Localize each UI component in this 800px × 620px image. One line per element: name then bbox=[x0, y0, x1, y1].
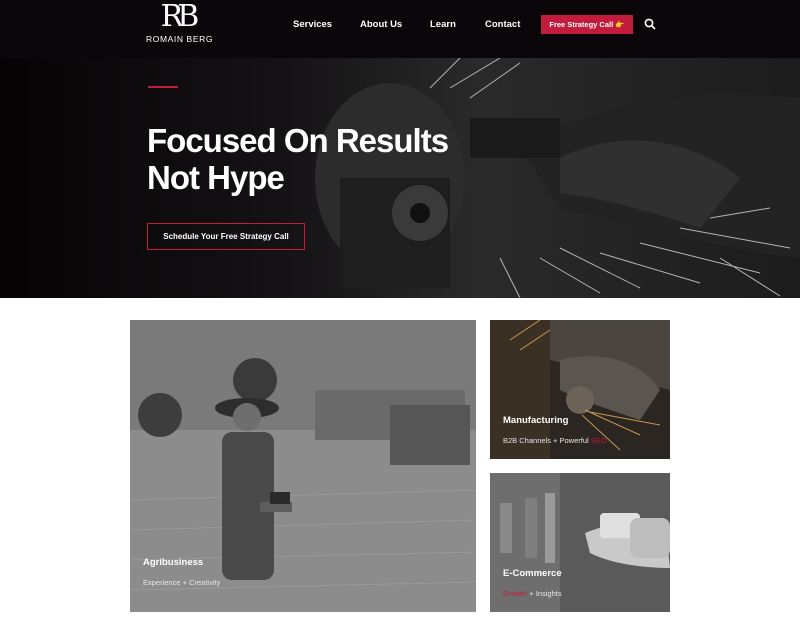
search-icon[interactable] bbox=[644, 18, 656, 30]
hero-title-line-2: Not Hype bbox=[147, 159, 285, 196]
subtitle-text: B2B Channels + Powerful bbox=[503, 436, 591, 445]
nav-learn[interactable]: Learn bbox=[430, 18, 456, 32]
nav-services[interactable]: Services bbox=[293, 18, 332, 32]
nav-about-us[interactable]: About Us bbox=[360, 18, 402, 32]
free-strategy-call-button[interactable]: Free Strategy Call 👉 bbox=[541, 15, 633, 34]
card-agribusiness-title: Agribusiness bbox=[143, 557, 204, 568]
logo-mark: RB bbox=[160, 0, 200, 34]
hero-section: Focused On Results Not Hype Schedule You… bbox=[0, 58, 800, 298]
card-manufacturing-title: Manufacturing bbox=[503, 415, 569, 426]
schedule-strategy-call-button[interactable]: Schedule Your Free Strategy Call bbox=[147, 223, 305, 250]
card-agribusiness[interactable]: Agribusiness Experience + Creativity bbox=[130, 320, 476, 612]
agribusiness-image bbox=[130, 320, 476, 612]
site-header: RB ROMAIN BERG Services About Us Learn C… bbox=[0, 0, 800, 58]
subtitle-accent: SEO bbox=[590, 436, 607, 445]
card-agribusiness-subtitle: Experience + Creativity bbox=[143, 578, 220, 587]
hero-title: Focused On Results Not Hype bbox=[147, 122, 507, 196]
card-ecommerce[interactable]: E-Commerce Growth + Insights bbox=[490, 473, 670, 612]
logo[interactable]: RB ROMAIN BERG bbox=[146, 0, 214, 46]
card-manufacturing[interactable]: Manufacturing B2B Channels + Powerful SE… bbox=[490, 320, 670, 459]
hero-title-line-1: Focused On Results bbox=[147, 122, 449, 159]
hero-accent-rule bbox=[148, 86, 178, 88]
subtitle-suffix: + Insights bbox=[527, 589, 562, 598]
logo-name: ROMAIN BERG bbox=[146, 34, 214, 44]
subtitle-text: Experience + Creativity bbox=[143, 578, 221, 587]
card-ecommerce-subtitle: Growth + Insights bbox=[503, 589, 562, 598]
nav-contact[interactable]: Contact bbox=[485, 18, 520, 32]
card-ecommerce-title: E-Commerce bbox=[503, 568, 562, 579]
subtitle-accent: Growth bbox=[503, 589, 528, 598]
card-manufacturing-subtitle: B2B Channels + Powerful SEO bbox=[503, 436, 607, 445]
